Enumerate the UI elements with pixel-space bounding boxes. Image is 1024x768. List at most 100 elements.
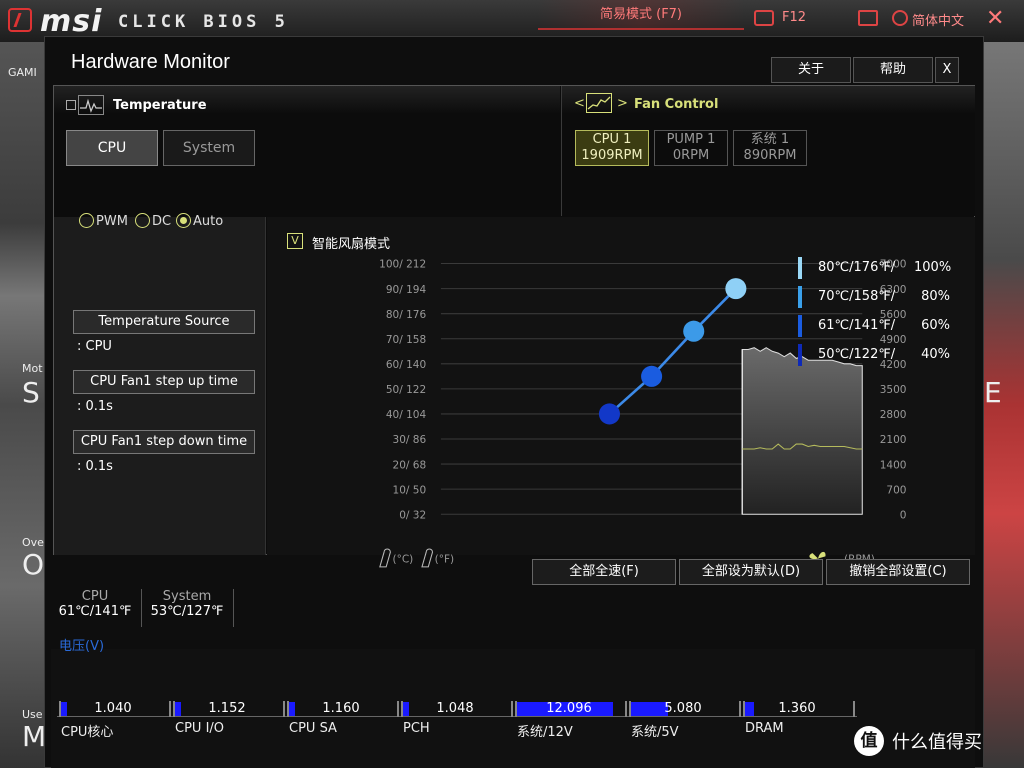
radio-auto-label: Auto (193, 214, 224, 229)
temperature-title: Temperature (113, 98, 207, 113)
y-tick-label: 80/ 176 (386, 309, 427, 321)
fan-prev-arrow[interactable]: < (574, 96, 585, 111)
fan-blade (818, 551, 826, 559)
voltage-label: CPU I/O (175, 721, 225, 736)
fan-tab-cpu1[interactable]: CPU 1 1909RPM (575, 130, 649, 166)
divider (233, 589, 234, 627)
legend-swatch (798, 315, 802, 337)
tab-system[interactable]: System (163, 130, 255, 166)
cancel-all-button[interactable]: 撤销全部设置(C) (826, 559, 970, 585)
step-down-time-button[interactable]: CPU Fan1 step down time (73, 430, 255, 454)
bg-label-mot: Mot (22, 362, 43, 375)
system-temp-value: 53℃/127℉ (150, 604, 224, 619)
rpm-tick-label: 2800 (880, 409, 907, 421)
language-selector[interactable]: 简体中文 (912, 10, 964, 29)
about-button[interactable]: 关于 (771, 57, 851, 83)
legend-temp: 61℃/141℉/ (818, 318, 896, 333)
fahrenheit-unit: (°F) (435, 554, 455, 566)
fan-curve-line (608, 287, 737, 415)
y-tick-label: 40/ 104 (386, 409, 427, 421)
temperature-source-button[interactable]: Temperature Source (73, 310, 255, 334)
rpm-tick-label: 0 (900, 509, 907, 521)
curve-control-point[interactable] (683, 320, 705, 342)
celsius-unit: (°C) (392, 554, 413, 566)
radio-pwm-dot (79, 213, 94, 228)
step-up-time-button[interactable]: CPU Fan1 step up time (73, 370, 255, 394)
bg-label-e: E (984, 376, 1002, 409)
rpm-history-area (741, 347, 863, 515)
tab-cpu[interactable]: CPU (66, 130, 158, 166)
fan-tab-pump1[interactable]: PUMP 1 0RPM (654, 130, 728, 166)
voltage-bar: 1.152 (173, 701, 285, 717)
legend-pct: 60% (921, 318, 950, 333)
radio-pwm[interactable]: PWM (79, 213, 128, 231)
curve-control-point[interactable] (641, 365, 663, 387)
fan-tab-system1[interactable]: 系统 1 890RPM (733, 130, 807, 166)
dialog-title: Hardware Monitor (71, 51, 230, 73)
full-speed-button[interactable]: 全部全速(F) (532, 559, 676, 585)
voltage-label: 系统/12V (517, 725, 573, 740)
legend-swatch (798, 257, 802, 279)
rpm-tick-label: 2100 (880, 434, 907, 446)
brand-logo: msi (40, 4, 103, 39)
watermark-badge: 值 (854, 726, 884, 756)
legend-temp: 50℃/122℉/ (818, 347, 896, 362)
fan-name: 系统 1 (750, 132, 790, 147)
y-tick-label: 30/ 86 (393, 434, 427, 446)
y-tick-label: 100/ 212 (379, 259, 426, 271)
legend-swatch (798, 286, 802, 308)
search-icon[interactable] (858, 10, 878, 26)
step-down-time-value: : 0.1s (77, 459, 113, 474)
voltage-value: 12.096 (546, 701, 592, 716)
collapse-icon[interactable] (66, 100, 76, 110)
legend-temp: 80℃/176℉/ (818, 260, 896, 275)
voltage-label: CPU核心 (61, 725, 114, 740)
temperature-graph-icon (78, 95, 104, 115)
thermometer-icon (421, 548, 434, 568)
voltage-value: 1.360 (778, 701, 816, 716)
close-icon[interactable]: ✕ (986, 6, 1004, 31)
legend-pct: 80% (921, 289, 950, 304)
legend-pct: 100% (914, 260, 952, 275)
set-default-button[interactable]: 全部设为默认(D) (679, 559, 823, 585)
cpu-temp-label: CPU (81, 589, 109, 604)
thermometer-icon (379, 548, 391, 568)
msi-logo-icon (8, 8, 32, 32)
fan-next-arrow[interactable]: > (617, 96, 628, 111)
ez-mode-button[interactable]: 简易模式 (F7) (538, 0, 744, 30)
legend-temp: 70℃/158℉/ (818, 289, 896, 304)
fan-rpm: 0RPM (672, 148, 710, 163)
system-temp-label: System (162, 589, 212, 604)
smart-fan-checkbox[interactable]: V (287, 233, 303, 249)
y-tick-label: 20/ 68 (393, 459, 427, 471)
y-tick-label: 50/ 122 (386, 384, 426, 396)
fan-name: PUMP 1 (666, 132, 716, 147)
voltage-value: 5.080 (664, 701, 702, 716)
voltage-value: 1.160 (322, 701, 360, 716)
globe-icon[interactable] (892, 10, 908, 26)
fan-rpm: 1909RPM (581, 148, 643, 163)
curve-control-point[interactable] (598, 403, 620, 425)
fan-rpm: 890RPM (743, 148, 797, 163)
y-tick-label: 0/ 32 (399, 509, 426, 521)
y-tick-label: 10/ 50 (393, 484, 427, 496)
screenshot-icon[interactable] (754, 10, 774, 26)
rpm-tick-label: 4900 (880, 334, 907, 346)
voltage-value: 1.040 (94, 701, 132, 716)
help-button[interactable]: 帮助 (853, 57, 933, 83)
screenshot-key[interactable]: F12 (782, 10, 806, 25)
radio-auto-dot (176, 213, 191, 228)
y-tick-label: 70/ 158 (386, 334, 426, 346)
curve-control-point[interactable] (725, 278, 747, 300)
fan-graph-icon (586, 93, 612, 113)
bg-label-o: O (22, 548, 45, 581)
dialog-close-button[interactable]: X (935, 57, 959, 83)
voltage-label: CPU SA (289, 721, 337, 736)
bg-label-s: S (22, 376, 40, 409)
radio-auto[interactable]: Auto (176, 213, 223, 231)
fan-name: CPU 1 (592, 132, 632, 147)
system-temp-readout: System 53℃/127℉ (147, 589, 227, 619)
bg-label-game: GAMI (8, 66, 37, 79)
radio-dc[interactable]: DC (135, 213, 171, 231)
temperature-section: Temperature CPU System (54, 86, 560, 216)
